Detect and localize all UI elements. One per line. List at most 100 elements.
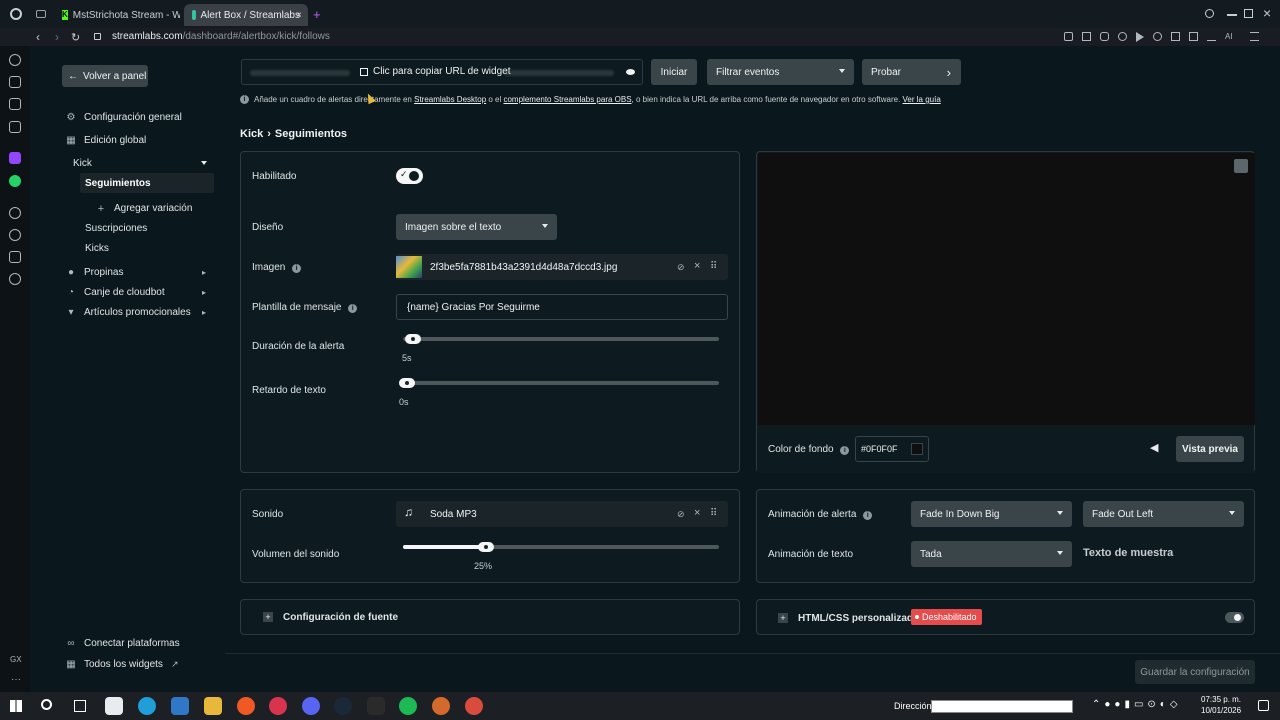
- notification-icon[interactable]: [1258, 700, 1269, 711]
- expand-icon[interactable]: +: [263, 612, 273, 622]
- minimize-icon[interactable]: [1227, 14, 1237, 16]
- clock-time[interactable]: 07:35 p. m.: [1201, 695, 1241, 704]
- test-button[interactable]: Probar ›: [862, 59, 961, 85]
- nav-global-edit[interactable]: ▦ Edición global: [66, 135, 146, 146]
- nav-all-widgets[interactable]: ▦ Todos los widgets ↗: [66, 659, 178, 670]
- m-icon[interactable]: [9, 121, 21, 133]
- save-settings-button[interactable]: Guardar la configuración: [1135, 660, 1255, 684]
- task-view-icon[interactable]: [74, 700, 86, 712]
- edge-icon[interactable]: [138, 697, 156, 715]
- start-button[interactable]: Iniciar: [651, 59, 697, 85]
- translate-icon[interactable]: [1118, 32, 1127, 41]
- streamlabs-desktop-link[interactable]: Streamlabs Desktop: [414, 95, 486, 104]
- animation-in-dropdown[interactable]: Fade In Down Big: [911, 501, 1072, 527]
- history-icon[interactable]: [9, 229, 21, 241]
- nav-subscriptions[interactable]: Suscripciones: [85, 223, 147, 234]
- color-swatch[interactable]: [911, 443, 923, 455]
- new-tab-button[interactable]: +: [313, 7, 321, 22]
- nav-kick-group[interactable]: Kick: [73, 158, 213, 169]
- obs-plugin-link[interactable]: complemento Streamlabs para OBS: [503, 95, 631, 104]
- brave-icon[interactable]: [237, 697, 255, 715]
- info-icon[interactable]: i: [863, 511, 873, 520]
- nav-follows[interactable]: Seguimientos: [85, 178, 151, 189]
- font-settings-card[interactable]: + Configuración de fuente: [240, 599, 740, 635]
- info-icon[interactable]: i: [292, 264, 302, 273]
- store-icon[interactable]: [105, 697, 123, 715]
- sound-file-field[interactable]: ♫ Soda MP3 ⊘ × ⠿: [396, 501, 728, 527]
- info-icon[interactable]: i: [840, 446, 850, 455]
- file-explorer-icon[interactable]: [204, 697, 222, 715]
- twitch-icon[interactable]: [9, 152, 21, 164]
- whatsapp-icon[interactable]: [9, 175, 21, 187]
- expand-icon[interactable]: +: [778, 613, 788, 623]
- nav-tips[interactable]: ● Propinas ▸: [66, 267, 206, 278]
- discord-icon[interactable]: [302, 697, 320, 715]
- maximize-icon[interactable]: [1244, 9, 1253, 18]
- mail-icon[interactable]: [171, 697, 189, 715]
- reload-icon[interactable]: ↻: [71, 31, 80, 44]
- extensions-icon[interactable]: [9, 251, 21, 263]
- clear-icon[interactable]: ×: [694, 260, 700, 272]
- tab-alertbox[interactable]: Alert Box / Streamlabs ×: [184, 4, 308, 26]
- delay-slider-handle[interactable]: [399, 378, 415, 388]
- nav-merch[interactable]: ▾ Artículos promocionales ▸: [66, 307, 206, 318]
- guide-link[interactable]: Ver la guía: [903, 95, 941, 104]
- back-to-panel-button[interactable]: ← Volver a panel: [62, 65, 148, 87]
- widget-url-field[interactable]: Clic para copiar URL de widget: [241, 59, 643, 85]
- duration-slider-handle[interactable]: [405, 334, 422, 344]
- forward-icon[interactable]: ›: [55, 30, 59, 44]
- search-icon[interactable]: [41, 699, 52, 710]
- settings-icon[interactable]: [9, 273, 21, 285]
- speed-dial-icon[interactable]: [9, 54, 21, 66]
- close-icon[interactable]: ×: [296, 10, 302, 21]
- snapshot-icon[interactable]: [1082, 32, 1091, 41]
- duration-slider-track[interactable]: [403, 337, 719, 341]
- obs-taskbar-icon[interactable]: [432, 697, 450, 715]
- address-toolbar-input[interactable]: [931, 700, 1073, 713]
- message-template-input[interactable]: {name} Gracias Por Seguirme: [396, 294, 728, 320]
- steam-icon[interactable]: [334, 697, 352, 715]
- extension-icon[interactable]: [1064, 32, 1073, 41]
- info-icon[interactable]: i: [348, 304, 358, 313]
- animation-out-dropdown[interactable]: Fade Out Left: [1083, 501, 1244, 527]
- back-icon[interactable]: ‹: [36, 30, 40, 44]
- opera-logo-icon[interactable]: [10, 8, 22, 20]
- news-icon[interactable]: [9, 76, 21, 88]
- volume-icon[interactable]: ◀: [1150, 441, 1158, 454]
- menu-icon[interactable]: [1250, 32, 1259, 41]
- link-icon[interactable]: ⊘: [677, 262, 685, 273]
- search-icon[interactable]: [1205, 9, 1214, 18]
- info-icon[interactable]: [1234, 159, 1248, 173]
- spotify-icon[interactable]: [399, 697, 417, 715]
- opera-gx-taskbar-icon[interactable]: [269, 697, 287, 715]
- nav-cloudbot[interactable]: ◔ Canje de cloudbot ▸: [66, 287, 206, 298]
- camera-icon[interactable]: [1189, 32, 1198, 41]
- nav-general-settings[interactable]: ⚙ Configuración general: [66, 112, 182, 123]
- play-icon[interactable]: [1136, 32, 1144, 42]
- gx-icon[interactable]: GX: [10, 655, 22, 664]
- shield-icon[interactable]: [1100, 32, 1109, 41]
- url-text[interactable]: streamlabs.com/dashboard#/alertbox/kick/…: [112, 31, 330, 42]
- nav-kicks[interactable]: Kicks: [85, 243, 109, 254]
- heart-icon[interactable]: [1153, 32, 1162, 41]
- breadcrumb-parent[interactable]: Kick: [240, 128, 263, 140]
- grid-icon[interactable]: ⠿: [710, 261, 717, 272]
- copy-url-button[interactable]: Clic para copiar URL de widget: [360, 66, 510, 77]
- link-icon[interactable]: ⊘: [677, 509, 685, 520]
- clock-date[interactable]: 10/01/2026: [1201, 706, 1241, 715]
- tab-stream[interactable]: K MstStrichota Stream - Wa: [54, 4, 180, 26]
- download-icon[interactable]: [1207, 32, 1216, 41]
- chrome-icon[interactable]: [465, 697, 483, 715]
- player-icon[interactable]: [9, 207, 21, 219]
- tab-switcher-icon[interactable]: [36, 10, 46, 18]
- aria-ai-icon[interactable]: AI: [1225, 32, 1241, 41]
- enabled-toggle[interactable]: ✓: [396, 168, 423, 184]
- grid-icon[interactable]: ⠿: [710, 508, 717, 519]
- text-animation-dropdown[interactable]: Tada: [911, 541, 1072, 567]
- close-window-icon[interactable]: ×: [1263, 5, 1271, 21]
- eye-icon[interactable]: [626, 69, 635, 75]
- nav-connect-platforms[interactable]: ∞ Conectar plataformas: [66, 638, 179, 649]
- volume-slider-handle[interactable]: [478, 542, 494, 552]
- clear-icon[interactable]: ×: [694, 507, 700, 519]
- more-icon[interactable]: ···: [11, 674, 21, 685]
